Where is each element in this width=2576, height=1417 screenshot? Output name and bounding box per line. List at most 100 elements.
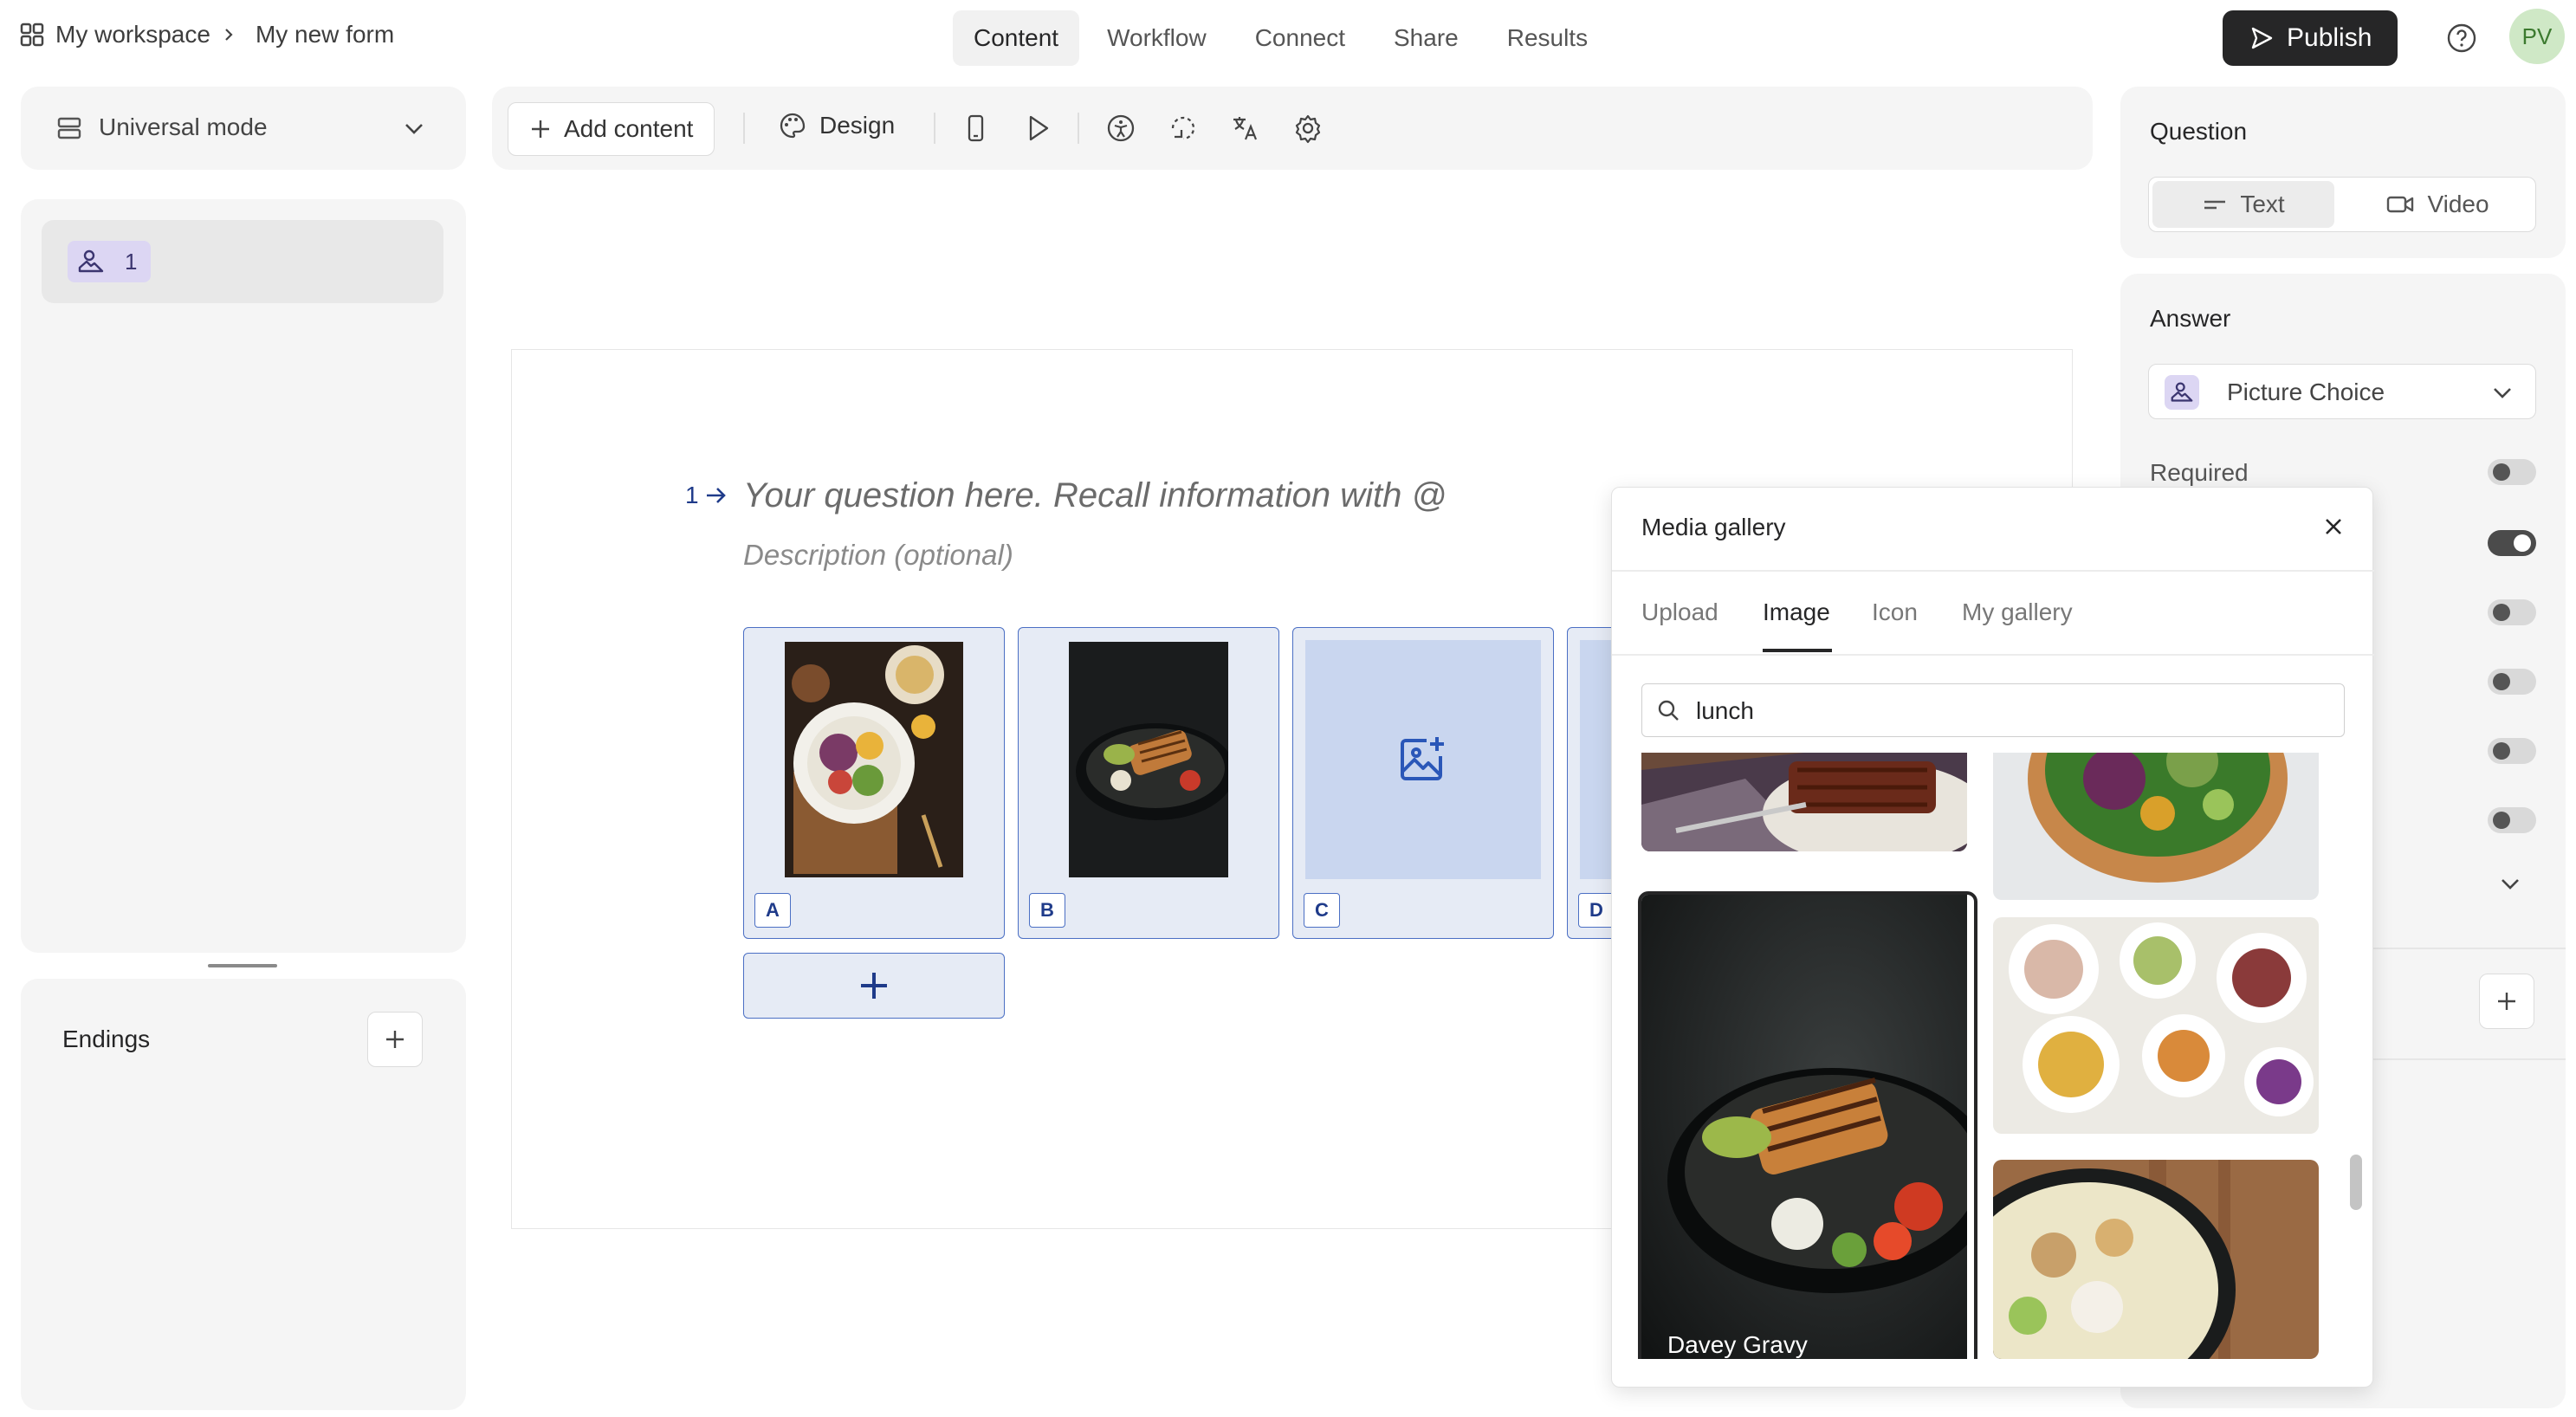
video-format-option[interactable]: Video — [2343, 181, 2532, 228]
chevron-down-icon — [2490, 382, 2515, 403]
choice-key-a: A — [754, 893, 791, 928]
tab-image[interactable]: Image — [1763, 599, 1830, 626]
breadcrumb-form-name[interactable]: My new form — [256, 21, 394, 49]
setting-toggle-2[interactable] — [2488, 530, 2536, 556]
design-button[interactable]: Design — [778, 111, 895, 140]
tab-upload[interactable]: Upload — [1641, 599, 1718, 626]
picture-choice-b[interactable]: B — [1018, 627, 1279, 939]
image-result-salmon-selected[interactable]: Davey Gravy — [1638, 891, 1977, 1359]
setting-toggle-6[interactable] — [2488, 807, 2536, 833]
design-label: Design — [819, 112, 896, 139]
dialog-divider — [1612, 570, 2374, 572]
answer-type-label: Picture Choice — [2227, 379, 2385, 405]
image-result-caesar-salad[interactable] — [1993, 1160, 2319, 1359]
tab-connect[interactable]: Connect — [1234, 10, 1366, 66]
chevron-right-icon — [221, 27, 236, 42]
layers-icon — [55, 114, 83, 142]
question-number-indicator: 1 — [685, 482, 728, 509]
tab-content[interactable]: Content — [953, 10, 1080, 66]
add-content-label: Add content — [564, 115, 694, 142]
active-tab-underline — [1763, 649, 1832, 652]
answer-type-badge — [2165, 375, 2199, 410]
palette-icon — [780, 113, 806, 139]
search-input-value: lunch — [1696, 697, 1754, 724]
mode-selector[interactable]: Universal mode — [21, 87, 466, 170]
question-number-text: 1 — [685, 482, 699, 508]
answer-type-dropdown[interactable]: Picture Choice — [2148, 364, 2536, 419]
choice-image-b — [1031, 640, 1266, 879]
text-format-option[interactable]: Text — [2152, 181, 2334, 228]
required-toggle[interactable] — [2488, 459, 2536, 485]
dialog-divider — [1612, 654, 2374, 656]
tab-share[interactable]: Share — [1373, 10, 1479, 66]
setting-toggle-5[interactable] — [2488, 738, 2536, 764]
endings-label: Endings — [62, 1026, 151, 1052]
answer-section-label: Answer — [2150, 305, 2231, 332]
image-search-field[interactable]: lunch — [1641, 683, 2345, 737]
breadcrumb-workspace[interactable]: My workspace — [55, 21, 210, 49]
add-setting-button[interactable] — [2479, 974, 2534, 1029]
logic-icon[interactable] — [1162, 107, 1204, 149]
apps-grid-icon[interactable] — [19, 22, 45, 48]
question-format-toggle: Text Video — [2148, 177, 2536, 232]
add-ending-button[interactable] — [367, 1012, 423, 1067]
picture-choice-c[interactable]: C — [1292, 627, 1554, 939]
add-content-button[interactable]: Add content — [508, 102, 715, 156]
publish-button[interactable]: Publish — [2223, 10, 2398, 66]
help-icon[interactable] — [2444, 21, 2479, 55]
question-section-label: Question — [2150, 118, 2248, 145]
image-result-steak[interactable] — [1641, 753, 1967, 851]
settings-gear-icon[interactable] — [1287, 107, 1329, 149]
question-description-input[interactable]: Description (optional) — [743, 539, 1013, 572]
top-bar: My workspace My new form Content Workflo… — [0, 0, 2576, 78]
endings-panel: Endings — [21, 979, 466, 1410]
choice-key-b: B — [1029, 893, 1065, 928]
publish-label: Publish — [2287, 23, 2372, 52]
plus-icon — [2498, 993, 2515, 1010]
avatar[interactable]: PV — [2509, 9, 2565, 64]
setting-toggle-3[interactable] — [2488, 599, 2536, 625]
question-number: 1 — [125, 248, 138, 275]
close-icon[interactable] — [2322, 515, 2345, 538]
short-text-icon — [2204, 200, 2226, 210]
picture-choice-icon — [76, 249, 106, 275]
main-nav: Content Workflow Connect Share Results — [953, 10, 1608, 66]
accessibility-icon[interactable] — [1100, 107, 1142, 149]
send-icon — [2249, 25, 2275, 51]
mobile-preview-icon[interactable] — [955, 107, 996, 149]
tab-results[interactable]: Results — [1486, 10, 1608, 66]
question-list-panel: 1 — [21, 199, 466, 953]
chevron-down-icon — [402, 118, 426, 139]
image-result-salad-bowl[interactable] — [1993, 753, 2319, 900]
question-list-item[interactable]: 1 — [42, 220, 443, 303]
tab-workflow[interactable]: Workflow — [1086, 10, 1227, 66]
gallery-scrollbar-thumb[interactable] — [2350, 1155, 2362, 1210]
translate-icon[interactable] — [1225, 107, 1266, 149]
expand-chevron-icon[interactable] — [2498, 873, 2522, 894]
plus-icon — [861, 973, 887, 999]
tab-icon[interactable]: Icon — [1872, 599, 1918, 626]
choice-image-a — [756, 640, 992, 879]
add-image-icon — [1401, 737, 1444, 780]
tab-my-gallery[interactable]: My gallery — [1962, 599, 2073, 626]
search-icon — [1658, 700, 1679, 721]
arrow-right-icon — [706, 488, 726, 503]
video-camera-icon — [2387, 196, 2414, 213]
choice-image-placeholder-c — [1305, 640, 1541, 879]
resize-handle[interactable] — [208, 964, 277, 967]
play-preview-icon[interactable] — [1017, 107, 1058, 149]
question-title-input[interactable]: Your question here. Recall information w… — [743, 476, 1447, 515]
video-option-label: Video — [2427, 191, 2489, 217]
plus-icon — [532, 120, 549, 138]
choice-key-c: C — [1304, 893, 1340, 928]
picture-choice-a[interactable]: A — [743, 627, 1005, 939]
toolbar-divider — [743, 113, 745, 144]
add-choice-button[interactable] — [743, 953, 1005, 1019]
picture-choice-icon — [2171, 382, 2193, 402]
setting-toggle-4[interactable] — [2488, 669, 2536, 695]
choice-key-d: D — [1578, 893, 1615, 928]
toolbar-divider — [934, 113, 935, 144]
image-result-food-spread[interactable] — [1993, 917, 2319, 1134]
media-gallery-title: Media gallery — [1641, 514, 1786, 540]
breadcrumb: My workspace My new form — [19, 21, 394, 49]
